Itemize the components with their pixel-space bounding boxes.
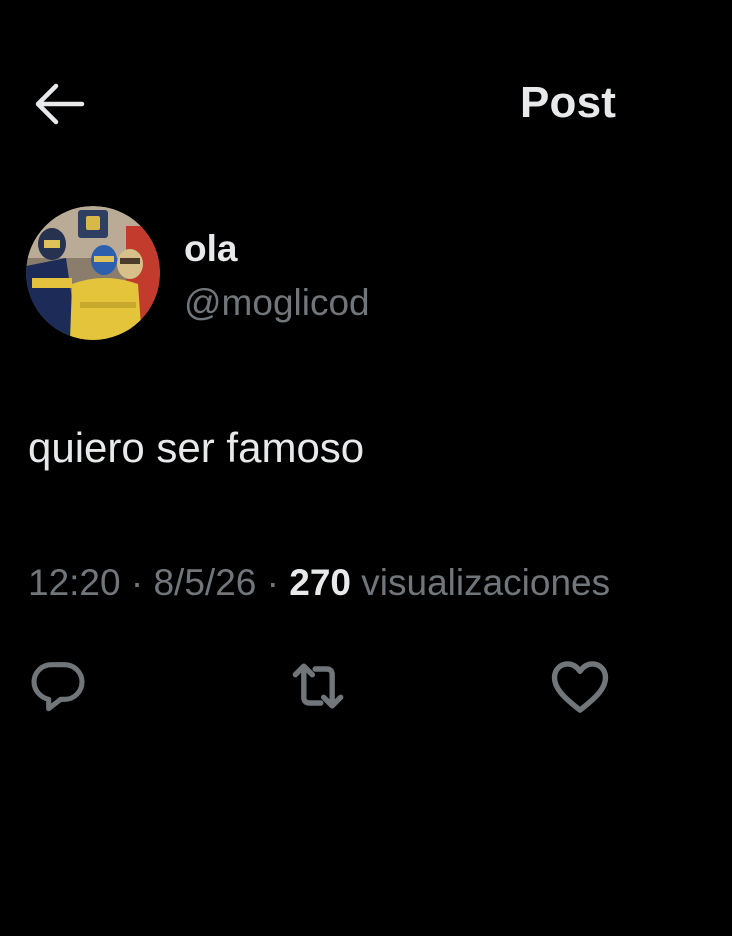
views-label: visualizaciones (361, 562, 611, 603)
arrow-left-icon (35, 83, 85, 125)
profile-avatar-image (26, 206, 160, 340)
reply-icon (31, 662, 85, 712)
post-date[interactable]: 8/5/26 (153, 562, 256, 603)
top-bar: Post (0, 0, 732, 200)
back-button[interactable] (26, 76, 90, 132)
avatar[interactable] (26, 206, 160, 340)
meta-separator: · (130, 562, 144, 603)
post-text: quiero ser famoso (28, 424, 365, 471)
views-count: 270 (289, 562, 351, 603)
post-meta: 12:20 · 8/5/26 · 270 visualizaciones (28, 562, 610, 604)
author-handle[interactable]: @moglicod (184, 282, 370, 324)
post-actions (0, 650, 732, 722)
post-author: ola @moglicod (26, 206, 706, 346)
reply-button[interactable] (22, 650, 94, 722)
like-button[interactable] (544, 650, 616, 722)
meta-separator: · (266, 562, 279, 603)
heart-icon (551, 661, 609, 713)
repost-button[interactable] (282, 650, 354, 722)
repost-icon (292, 663, 344, 709)
post-time[interactable]: 12:20 (28, 562, 121, 603)
author-display-name[interactable]: ola (184, 228, 237, 270)
page-title: Post (520, 78, 617, 127)
